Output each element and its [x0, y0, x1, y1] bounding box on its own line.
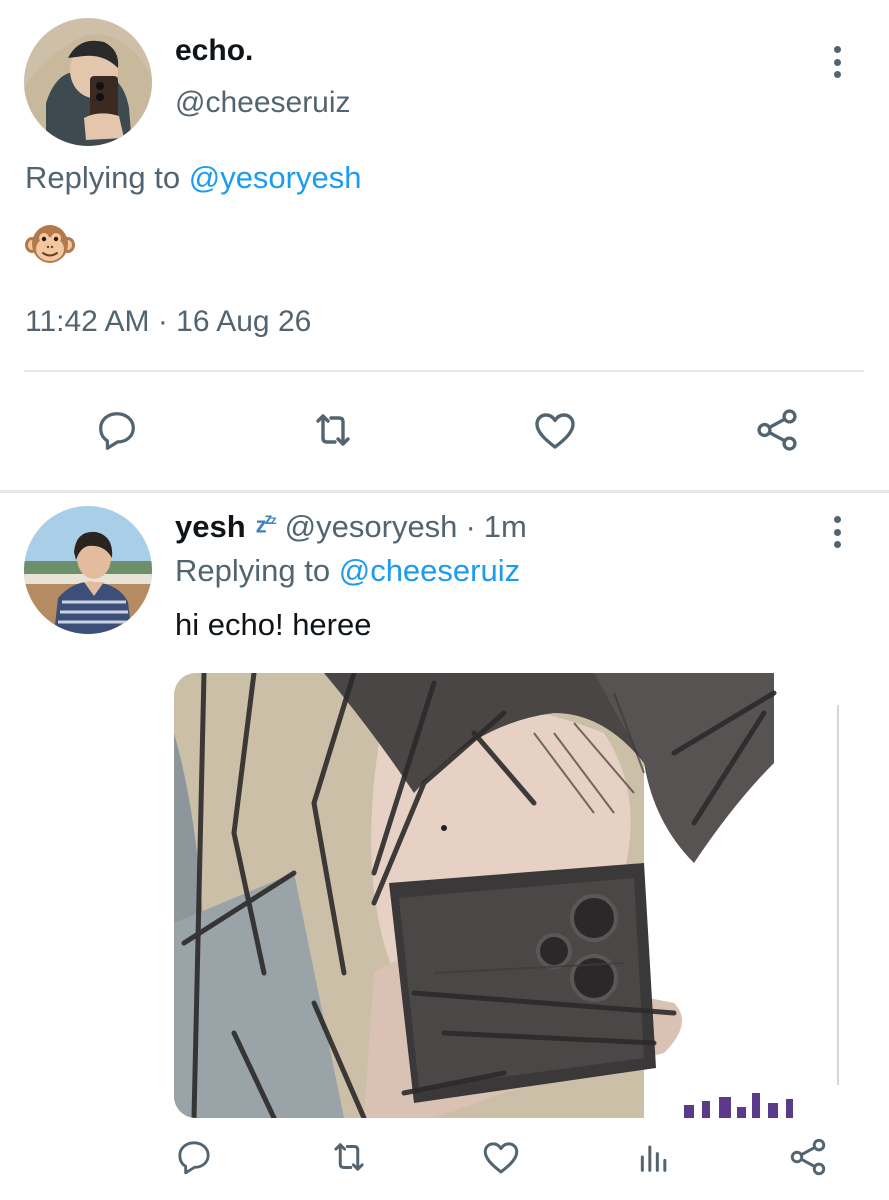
main-tweet: echo. @cheeseruiz Replying to @yesoryesh… — [0, 0, 889, 490]
time-ago[interactable]: 1m — [484, 509, 527, 545]
like-icon — [535, 413, 575, 449]
share-icon — [757, 409, 797, 451]
share-button[interactable] — [786, 1135, 830, 1179]
timestamp[interactable]: 11:42 AM · 16 Aug 26 — [25, 305, 311, 339]
mention-link[interactable]: @yesoryesh — [189, 160, 362, 195]
avatar[interactable] — [24, 506, 152, 634]
reply-button[interactable] — [172, 1135, 216, 1179]
reply-button[interactable] — [92, 405, 142, 455]
share-icon — [790, 1138, 826, 1176]
replying-to-label: Replying to — [175, 553, 339, 588]
retweet-button[interactable] — [327, 1135, 371, 1179]
retweet-icon — [316, 414, 350, 446]
retweet-button[interactable] — [308, 405, 358, 455]
reply-icon — [178, 1141, 210, 1175]
dot-icon — [833, 516, 841, 523]
avatar-photo-icon — [24, 18, 152, 146]
like-button[interactable] — [479, 1135, 523, 1179]
user-handle[interactable]: @yesoryesh — [285, 509, 458, 545]
avatar-photo-icon — [24, 506, 152, 634]
like-button[interactable] — [530, 405, 580, 455]
analytics-button[interactable] — [632, 1135, 676, 1179]
media-edge-line — [837, 705, 839, 1085]
mention-link[interactable]: @cheeseruiz — [339, 553, 520, 588]
share-button[interactable] — [752, 405, 802, 455]
zzz-icon: zzz — [255, 511, 277, 538]
monkey-face-icon — [24, 222, 76, 266]
tweet-separator — [0, 490, 889, 493]
replying-to-label: Replying to — [25, 160, 189, 195]
display-name[interactable]: echo. — [175, 34, 253, 68]
media-image[interactable] — [174, 673, 839, 1118]
retweet-icon — [334, 1143, 364, 1171]
user-handle[interactable]: @cheeseruiz — [175, 86, 351, 120]
sketch-drawing-icon — [174, 673, 839, 1118]
replying-to-line: Replying to @cheeseruiz — [175, 553, 520, 589]
more-options-button[interactable] — [825, 42, 849, 82]
like-icon — [483, 1142, 519, 1174]
analytics-icon — [640, 1145, 667, 1172]
dot-icon — [833, 528, 841, 536]
tweet-text: hi echo! heree — [175, 607, 372, 642]
divider — [24, 370, 864, 372]
dot-icon — [833, 58, 841, 66]
more-options-button[interactable] — [825, 512, 849, 552]
reply-icon — [99, 412, 135, 450]
dot-icon — [833, 541, 841, 548]
replying-to-line: Replying to @yesoryesh — [25, 160, 361, 196]
separator-dot: · — [465, 509, 476, 544]
dot-icon — [833, 46, 841, 53]
dot-icon — [833, 71, 841, 78]
avatar[interactable] — [24, 18, 152, 146]
display-name[interactable]: yesh — [175, 509, 246, 545]
tweet-header: yesh zzz @yesoryesh · 1m — [175, 509, 527, 545]
